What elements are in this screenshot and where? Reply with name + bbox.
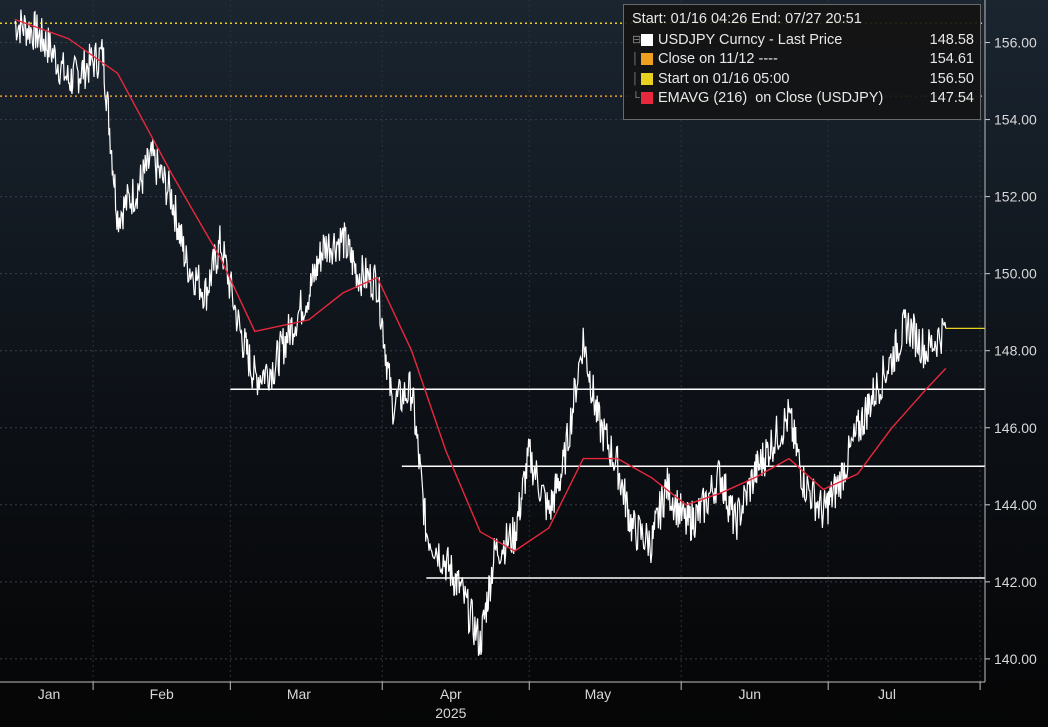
chart-container: 140.00 142.00 144.00 146.00 148.00 150.00 152.… bbox=[0, 0, 1048, 727]
tree-line-icon: │ bbox=[632, 53, 639, 66]
y-tick-label: 152.00 bbox=[994, 189, 1037, 205]
legend-item-last-price[interactable]: ⊟ USDJPY Curncy - Last Price 148.58 bbox=[632, 30, 974, 50]
y-tick-label: 142.00 bbox=[994, 574, 1037, 590]
x-month-label: Apr bbox=[440, 686, 462, 702]
x-month-label: Jul bbox=[878, 686, 896, 702]
y-tick-label: 154.00 bbox=[994, 112, 1037, 128]
x-month-label: May bbox=[585, 686, 611, 702]
legend-box: Start: 01/16 04:26 End: 07/27 20:51 ⊟ US… bbox=[623, 4, 981, 120]
x-month-label: Jun bbox=[738, 686, 761, 702]
legend-label: Start on 01/16 05:00 bbox=[658, 70, 790, 87]
legend-value: 148.58 bbox=[929, 31, 974, 48]
x-month-label: Mar bbox=[287, 686, 311, 702]
tree-line-icon: └ bbox=[632, 92, 640, 105]
legend-swatch bbox=[641, 33, 653, 46]
legend-value: 154.61 bbox=[929, 51, 974, 68]
y-tick-label: 156.00 bbox=[994, 35, 1037, 51]
legend-swatch bbox=[641, 92, 653, 105]
x-month-label: Jan bbox=[38, 686, 61, 702]
x-year-label: 2025 bbox=[435, 705, 466, 721]
y-tick-label: 140.00 bbox=[994, 651, 1037, 667]
legend-value: 147.54 bbox=[929, 90, 974, 107]
y-tick-label: 148.00 bbox=[994, 343, 1037, 359]
legend-item-close-line[interactable]: │ Close on 11/12 ---- 154.61 bbox=[632, 50, 974, 70]
legend-date-range: Start: 01/16 04:26 End: 07/27 20:51 bbox=[632, 11, 862, 27]
tree-line-icon: │ bbox=[632, 72, 639, 85]
y-tick-label: 150.00 bbox=[994, 266, 1037, 282]
legend-swatch bbox=[641, 53, 653, 66]
legend-label: Close on 11/12 ---- bbox=[658, 51, 778, 68]
legend-swatch bbox=[641, 72, 653, 85]
legend-label: EMAVG (216) on Close (USDJPY) bbox=[658, 90, 884, 107]
x-month-label: Feb bbox=[150, 686, 174, 702]
legend-item-ema[interactable]: └ EMAVG (216) on Close (USDJPY) 147.54 bbox=[632, 89, 974, 109]
legend-label: USDJPY Curncy - Last Price bbox=[658, 31, 843, 48]
y-tick-label: 144.00 bbox=[994, 497, 1037, 513]
legend-value: 156.50 bbox=[929, 70, 974, 87]
collapse-icon[interactable]: ⊟ bbox=[632, 33, 641, 46]
legend-item-start-line[interactable]: │ Start on 01/16 05:00 156.50 bbox=[632, 69, 974, 89]
y-tick-label: 146.00 bbox=[994, 420, 1037, 436]
